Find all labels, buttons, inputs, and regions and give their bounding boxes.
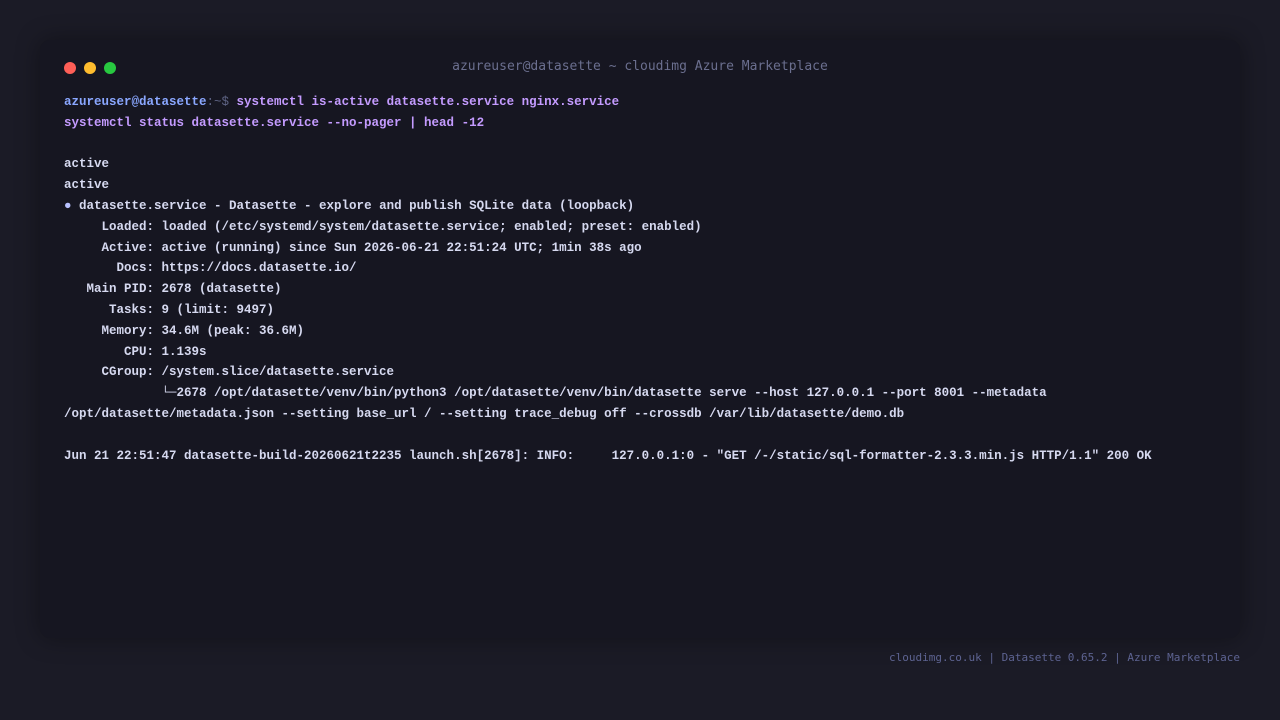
output-line: Docs: https://docs.datasette.io/ bbox=[64, 261, 357, 276]
output-line: active bbox=[64, 178, 110, 193]
title-bar: azureuser@datasette ~ cloudimg Azure Mar… bbox=[40, 40, 1240, 96]
command-text: systemctl is-active datasette.service ng… bbox=[236, 95, 620, 109]
footer-text: cloudimg.co.uk | Datasette 0.65.2 | Azur… bbox=[889, 651, 1240, 664]
command-line: azureuser@datasette:~$ systemctl is-acti… bbox=[64, 92, 1224, 113]
output-line: Tasks: 9 (limit: 9497) bbox=[64, 302, 275, 317]
prompt-user: azureuser@datasette bbox=[64, 95, 207, 109]
output-line: Loaded: loaded (/etc/systemd/system/data… bbox=[64, 219, 702, 234]
output-line: active bbox=[64, 157, 110, 172]
window-title: azureuser@datasette ~ cloudimg Azure Mar… bbox=[452, 59, 828, 74]
prompt-separator: :~$ bbox=[206, 95, 237, 109]
command-continuation: systemctl status datasette.service --no-… bbox=[64, 115, 485, 130]
output-line: CGroup: /system.slice/datasette.service bbox=[64, 365, 395, 380]
terminal-output[interactable]: azureuser@datasette:~$ systemctl is-acti… bbox=[64, 92, 1224, 466]
output-lines: active active ● datasette.service - Datase… bbox=[64, 134, 1224, 467]
output-line: /opt/datasette/metadata.json --setting b… bbox=[64, 406, 905, 421]
output-line: ● datasette.service - Datasette - explor… bbox=[64, 198, 635, 213]
terminal-window: azureuser@datasette ~ cloudimg Azure Mar… bbox=[40, 40, 1240, 638]
output-line: Jun 21 22:51:47 datasette-build-20260621… bbox=[64, 448, 1152, 463]
output-line: Active: active (running) since Sun 2026-… bbox=[64, 240, 642, 255]
output-line: CPU: 1.139s bbox=[64, 344, 207, 359]
status-bullet-icon: ● bbox=[64, 198, 72, 213]
output-line: Main PID: 2678 (datasette) bbox=[64, 282, 282, 297]
output-line: Memory: 34.6M (peak: 36.6M) bbox=[64, 323, 305, 338]
output-line: └─2678 /opt/datasette/venv/bin/python3 /… bbox=[64, 386, 1047, 401]
